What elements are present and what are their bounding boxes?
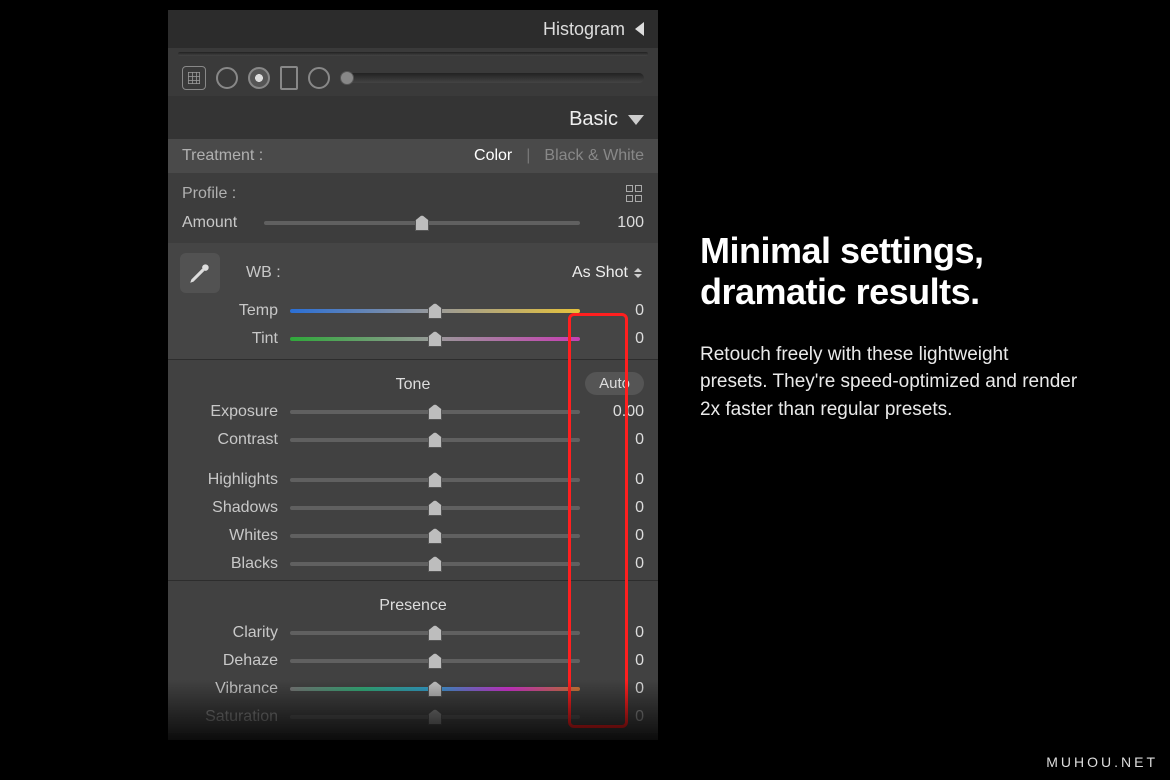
- amount-slider[interactable]: [264, 221, 580, 225]
- marketing-headline: Minimal settings, dramatic results.: [700, 230, 1080, 313]
- presence-title: Presence: [168, 587, 658, 619]
- saturation-slider[interactable]: [290, 715, 580, 719]
- wb-mode-value: As Shot: [572, 264, 628, 282]
- exposure-label: Exposure: [182, 403, 278, 421]
- profile-label: Profile :: [182, 185, 236, 203]
- presence-block: Presence Clarity 0 Dehaze 0 Vibrance 0 Satu…: [168, 580, 658, 733]
- temp-label: Temp: [182, 302, 278, 320]
- wb-label: WB :: [238, 264, 554, 282]
- amount-label: Amount: [182, 214, 252, 232]
- clarity-slider[interactable]: [290, 631, 580, 635]
- treatment-label: Treatment :: [182, 147, 263, 165]
- auto-button[interactable]: Auto: [585, 372, 644, 395]
- tone-title-row: Tone Auto: [168, 366, 658, 398]
- mask-slider[interactable]: [340, 73, 644, 83]
- whites-slider[interactable]: [290, 534, 580, 538]
- dehaze-value[interactable]: 0: [592, 652, 644, 670]
- treatment-row: Treatment : Color | Black & White: [168, 139, 658, 173]
- histogram-label: Histogram: [543, 19, 625, 40]
- collapse-left-icon: [635, 22, 644, 36]
- contrast-value[interactable]: 0: [592, 431, 644, 449]
- temp-value[interactable]: 0: [592, 302, 644, 320]
- saturation-value[interactable]: 0: [592, 708, 644, 726]
- highlights-label: Highlights: [182, 471, 278, 489]
- basic-label: Basic: [569, 108, 618, 131]
- shadows-slider[interactable]: [290, 506, 580, 510]
- whites-value[interactable]: 0: [592, 527, 644, 545]
- blacks-value[interactable]: 0: [592, 555, 644, 573]
- tint-value[interactable]: 0: [592, 330, 644, 348]
- shadows-value[interactable]: 0: [592, 499, 644, 517]
- blacks-label: Blacks: [182, 555, 278, 573]
- tone-block: Tone Auto Exposure 0.00 Contrast 0 Highlig…: [168, 359, 658, 580]
- blacks-slider[interactable]: [290, 562, 580, 566]
- wb-block: WB : As Shot Temp 0 Tint 0: [168, 243, 658, 359]
- dehaze-slider[interactable]: [290, 659, 580, 663]
- temp-row: Temp 0: [168, 297, 658, 325]
- profile-block: Profile : Amount 100: [168, 173, 658, 243]
- amount-value[interactable]: 100: [592, 214, 644, 232]
- vibrance-value[interactable]: 0: [592, 680, 644, 698]
- clarity-label: Clarity: [182, 624, 278, 642]
- temp-slider[interactable]: [290, 309, 580, 313]
- saturation-label: Saturation: [182, 708, 278, 726]
- tint-slider[interactable]: [290, 337, 580, 341]
- highlights-slider[interactable]: [290, 478, 580, 482]
- treatment-color[interactable]: Color: [474, 147, 512, 165]
- crop-tool-icon[interactable]: [182, 66, 206, 90]
- exposure-slider[interactable]: [290, 410, 580, 414]
- chevron-down-icon: [628, 115, 644, 125]
- eyedropper-icon[interactable]: [180, 253, 220, 293]
- radial-tool-icon[interactable]: [308, 67, 330, 89]
- spot-tool-icon[interactable]: [216, 67, 238, 89]
- whites-label: Whites: [182, 527, 278, 545]
- shadows-label: Shadows: [182, 499, 278, 517]
- amount-slider-row: Amount 100: [168, 209, 658, 237]
- treatment-bw[interactable]: Black & White: [544, 147, 644, 165]
- contrast-label: Contrast: [182, 431, 278, 449]
- watermark: MUHOU.NET: [1046, 754, 1158, 770]
- clarity-value[interactable]: 0: [592, 624, 644, 642]
- vibrance-slider[interactable]: [290, 687, 580, 691]
- dehaze-label: Dehaze: [182, 652, 278, 670]
- gradient-tool-icon[interactable]: [280, 66, 298, 90]
- vibrance-label: Vibrance: [182, 680, 278, 698]
- highlights-value[interactable]: 0: [592, 471, 644, 489]
- develop-panel: Histogram Basic Treatment : Color | Blac…: [168, 10, 658, 740]
- redeye-tool-icon[interactable]: [248, 67, 270, 89]
- separator: |: [526, 147, 530, 165]
- basic-section-header[interactable]: Basic: [168, 96, 658, 139]
- marketing-copy: Minimal settings, dramatic results. Reto…: [700, 230, 1080, 423]
- histogram-header[interactable]: Histogram: [168, 10, 658, 48]
- updown-icon: [634, 268, 644, 278]
- wb-dropdown[interactable]: As Shot: [572, 264, 644, 282]
- tint-row: Tint 0: [168, 325, 658, 353]
- exposure-value[interactable]: 0.00: [592, 403, 644, 421]
- tint-label: Tint: [182, 330, 278, 348]
- tool-strip: [168, 56, 658, 96]
- marketing-body: Retouch freely with these lightweight pr…: [700, 341, 1080, 424]
- tone-title: Tone: [396, 376, 431, 393]
- contrast-slider[interactable]: [290, 438, 580, 442]
- profile-browser-icon[interactable]: [626, 185, 644, 203]
